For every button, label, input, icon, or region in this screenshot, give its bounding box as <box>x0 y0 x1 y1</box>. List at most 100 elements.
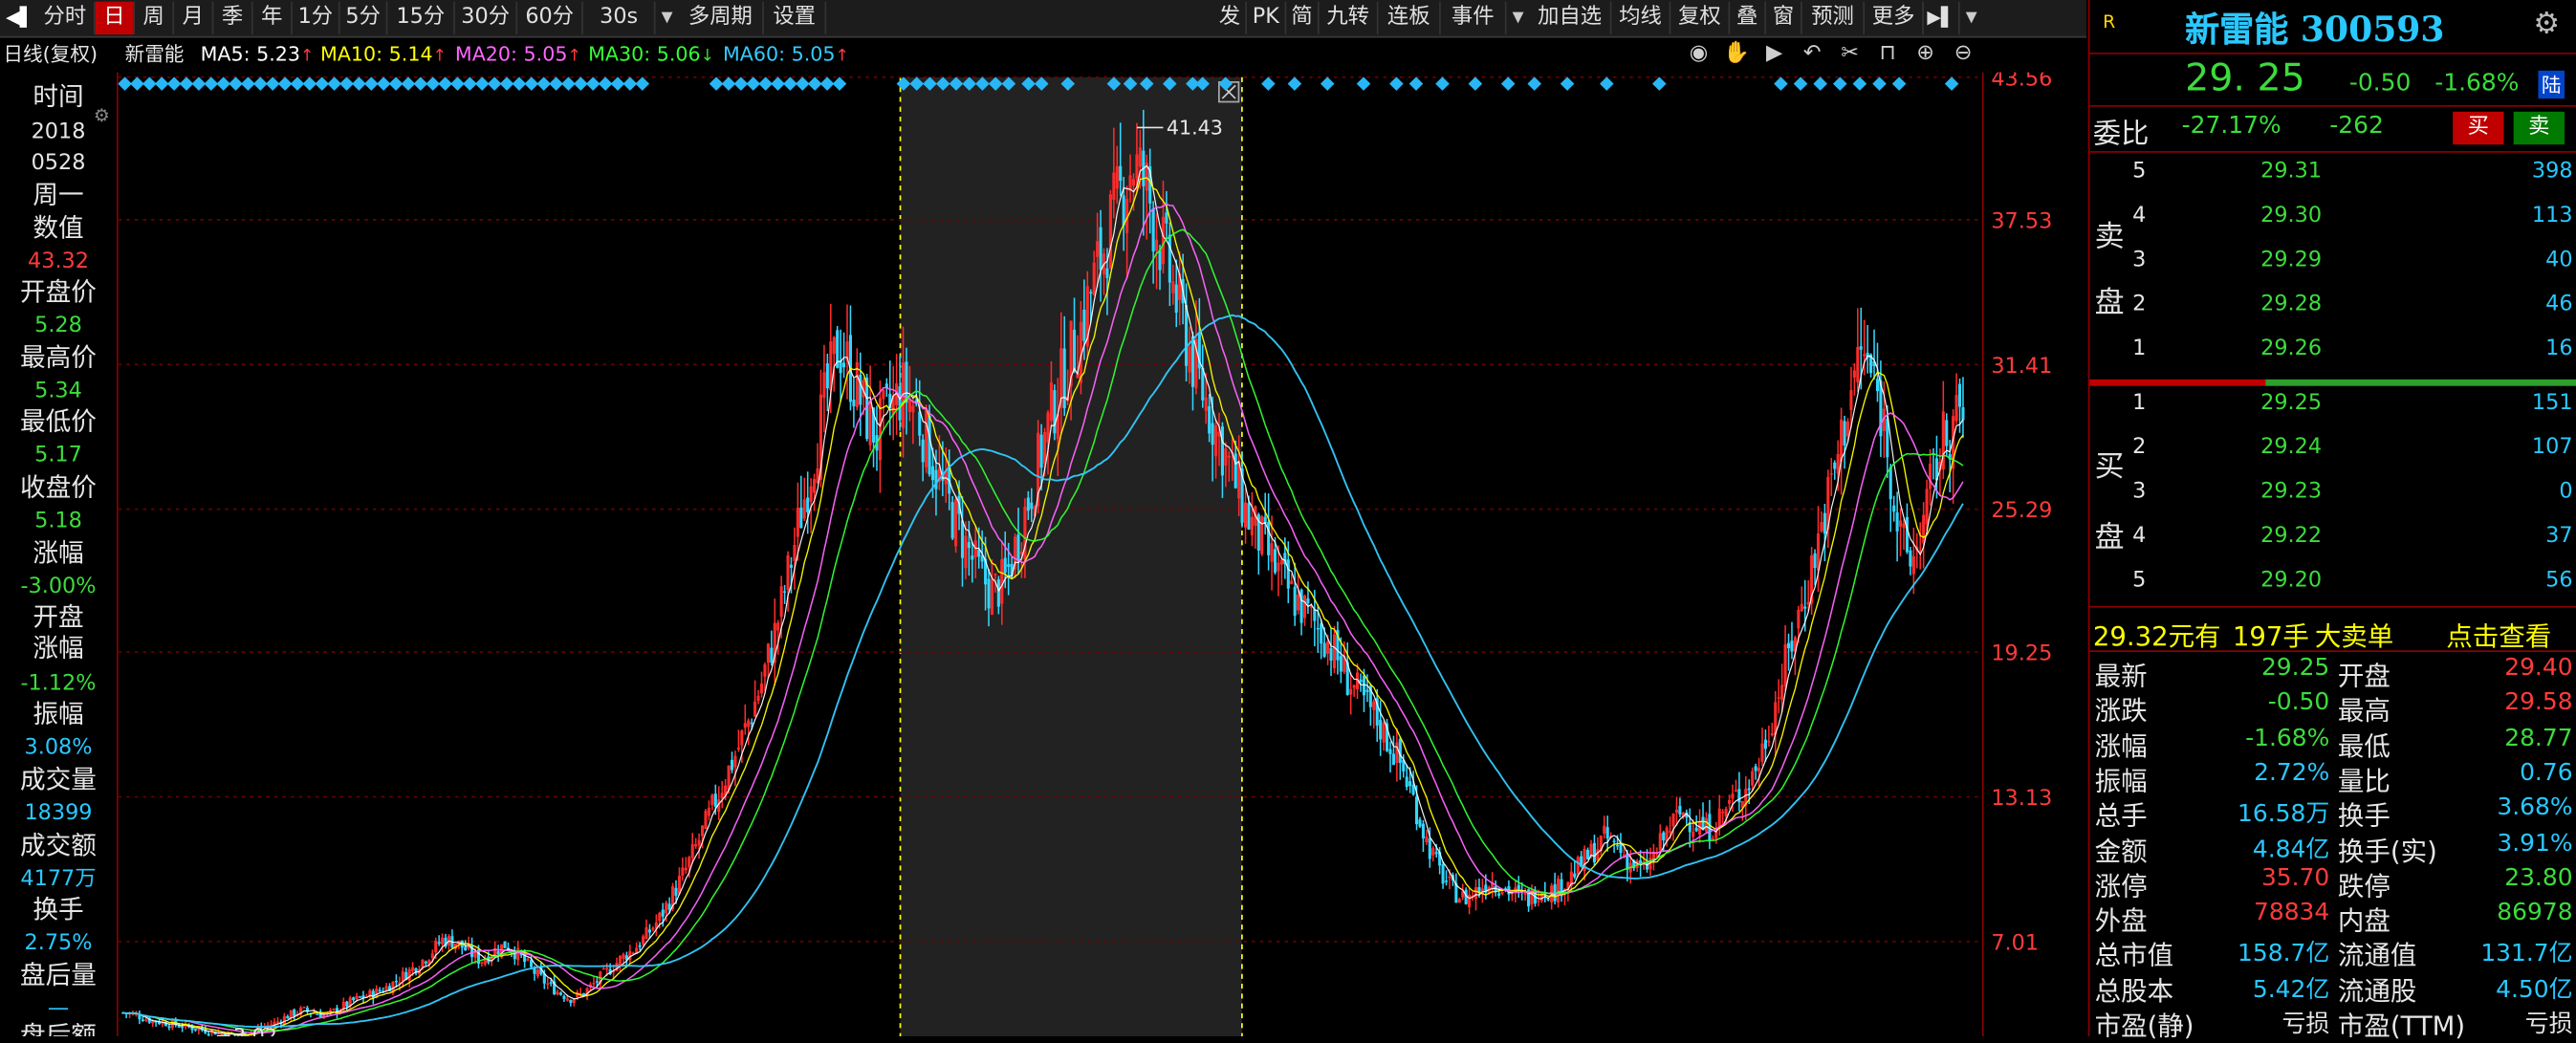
candle-body <box>1711 837 1714 840</box>
quote-label: 开盘 <box>2337 660 2390 692</box>
candle-body <box>930 466 935 481</box>
ma60-value: MA60: 5.05↑ <box>722 42 849 66</box>
candle-body <box>898 386 902 421</box>
quote-value: 28.77 <box>2504 725 2573 752</box>
bid-price[interactable]: 29.22 <box>2260 524 2322 549</box>
candle-body <box>832 337 836 355</box>
zoom-in-icon[interactable]: ⊕ <box>1912 41 1938 67</box>
tab-1min[interactable]: 1分 <box>293 1 340 35</box>
candle-body <box>1468 894 1472 907</box>
candle-body <box>1895 512 1899 532</box>
buy-button[interactable]: 买 <box>2453 111 2504 145</box>
settings-button[interactable]: 设置 <box>764 1 827 35</box>
eye-icon[interactable]: ◉ <box>1686 41 1712 67</box>
ask-price[interactable]: 29.31 <box>2260 160 2322 185</box>
ask-price[interactable]: 29.26 <box>2260 337 2322 361</box>
candle-body <box>1757 768 1761 772</box>
pk-button[interactable]: PK <box>1247 1 1287 35</box>
price-tick: 37.53 <box>1991 208 2052 233</box>
buy-side-label2: 盘 <box>2094 520 2125 555</box>
stock-title: 新雷能 300593 <box>2185 8 2445 50</box>
candle-body <box>868 400 872 445</box>
events-dropdown-icon[interactable]: ▼ <box>1507 2 1530 34</box>
window-button[interactable]: 窗 <box>1766 1 1802 35</box>
tab-season[interactable]: 季 <box>213 1 253 35</box>
sell-button[interactable]: 卖 <box>2513 111 2565 145</box>
bid-price[interactable]: 29.24 <box>2260 435 2322 460</box>
candle-body <box>1829 473 1833 475</box>
candle-body <box>549 982 553 984</box>
candle-body <box>1138 147 1142 167</box>
multi-period-button[interactable]: 多周期 <box>679 1 764 35</box>
exit-icon[interactable]: ▶▌ <box>1924 1 1960 35</box>
candle-body <box>1823 512 1826 534</box>
lock-icon[interactable]: ⊓ <box>1874 41 1900 67</box>
tab-year[interactable]: 年 <box>253 1 293 35</box>
tab-30min[interactable]: 30分 <box>455 1 518 35</box>
quote-label: 金额 <box>2094 835 2148 867</box>
candle-body <box>674 887 678 896</box>
candle-body <box>802 499 806 519</box>
period-dropdown-icon[interactable]: ▼ <box>656 2 679 34</box>
quote-value: 4.84亿 <box>2252 837 2330 863</box>
bid-price[interactable]: 29.25 <box>2260 391 2322 416</box>
scissors-icon[interactable]: ✂ <box>1837 41 1863 67</box>
tab-60min[interactable]: 60分 <box>517 1 583 35</box>
bid-price[interactable]: 29.23 <box>2260 480 2322 505</box>
nav-back-icon[interactable]: ◀▌ <box>3 2 35 34</box>
big-order-link[interactable]: 点击查看 <box>2446 614 2551 653</box>
candle-body <box>1797 609 1801 629</box>
candle-body <box>789 564 794 568</box>
forecast-button[interactable]: 预测 <box>1802 1 1866 35</box>
candle-body <box>378 989 382 991</box>
quote-value: 16.58万 <box>2238 801 2330 829</box>
candle-body <box>1297 595 1300 611</box>
zoom-out-icon[interactable]: ⊖ <box>1950 41 1976 67</box>
ask-price[interactable]: 29.30 <box>2260 204 2322 228</box>
events-button[interactable]: 事件 <box>1441 1 1507 35</box>
overlay-button[interactable]: 叠 <box>1730 1 1766 35</box>
kline-chart[interactable]: 43.56 37.53 31.41 25.29 19.25 13.13 7.01 41.43… <box>118 72 2087 1036</box>
quote-label: 市盈(静) <box>2094 1010 2194 1042</box>
settings-gear-icon[interactable]: ⚙ <box>2533 7 2560 41</box>
candle-body <box>1293 586 1297 617</box>
undo-icon[interactable]: ↶ <box>1799 41 1824 67</box>
tab-5min[interactable]: 5分 <box>340 1 388 35</box>
bid-level: 4 <box>2132 524 2147 549</box>
adjust-button[interactable]: 复权 <box>1670 1 1731 35</box>
more-dropdown-icon[interactable]: ▼ <box>1960 2 1983 34</box>
lianban-button[interactable]: 连板 <box>1378 1 1441 35</box>
candle-body <box>1122 195 1125 226</box>
tab-15min[interactable]: 15分 <box>387 1 455 35</box>
tab-fenshi[interactable]: 分时 <box>36 1 96 35</box>
more-button[interactable]: 更多 <box>1865 1 1924 35</box>
tab-month[interactable]: 月 <box>174 1 214 35</box>
candle-body <box>1003 557 1007 574</box>
tab-week[interactable]: 周 <box>135 1 175 35</box>
candle-body <box>1747 788 1751 791</box>
candle-body <box>925 408 928 467</box>
quote-label: 涨停 <box>2094 870 2148 902</box>
play-icon[interactable]: ▶ <box>1761 41 1787 67</box>
candle-body <box>1250 516 1254 535</box>
fa-button[interactable]: 发 <box>1214 1 1248 35</box>
candle-body <box>1434 852 1438 855</box>
ask-price[interactable]: 29.29 <box>2260 248 2322 272</box>
bid-price[interactable]: 29.20 <box>2260 568 2322 593</box>
jian-button[interactable]: 简 <box>1286 1 1320 35</box>
candle-body <box>1161 216 1166 265</box>
jiuzhuan-button[interactable]: 九转 <box>1320 1 1379 35</box>
quote-label: 振幅 <box>2094 765 2148 796</box>
candle-body <box>496 950 500 955</box>
candle-body <box>1790 641 1794 652</box>
hand-icon[interactable]: ✋ <box>1723 41 1750 67</box>
add-watchlist-button[interactable]: 加自选 <box>1530 1 1612 35</box>
tab-day[interactable]: 日 <box>95 1 135 35</box>
candle-body <box>1523 892 1527 895</box>
quote-value: -1.68% <box>2245 725 2330 752</box>
ask-price[interactable]: 29.28 <box>2260 293 2322 317</box>
candle-body <box>358 996 362 998</box>
ma-button[interactable]: 均线 <box>1611 1 1671 35</box>
period-select[interactable]: 30s <box>583 1 656 35</box>
vol-value: 18399 <box>24 801 93 827</box>
